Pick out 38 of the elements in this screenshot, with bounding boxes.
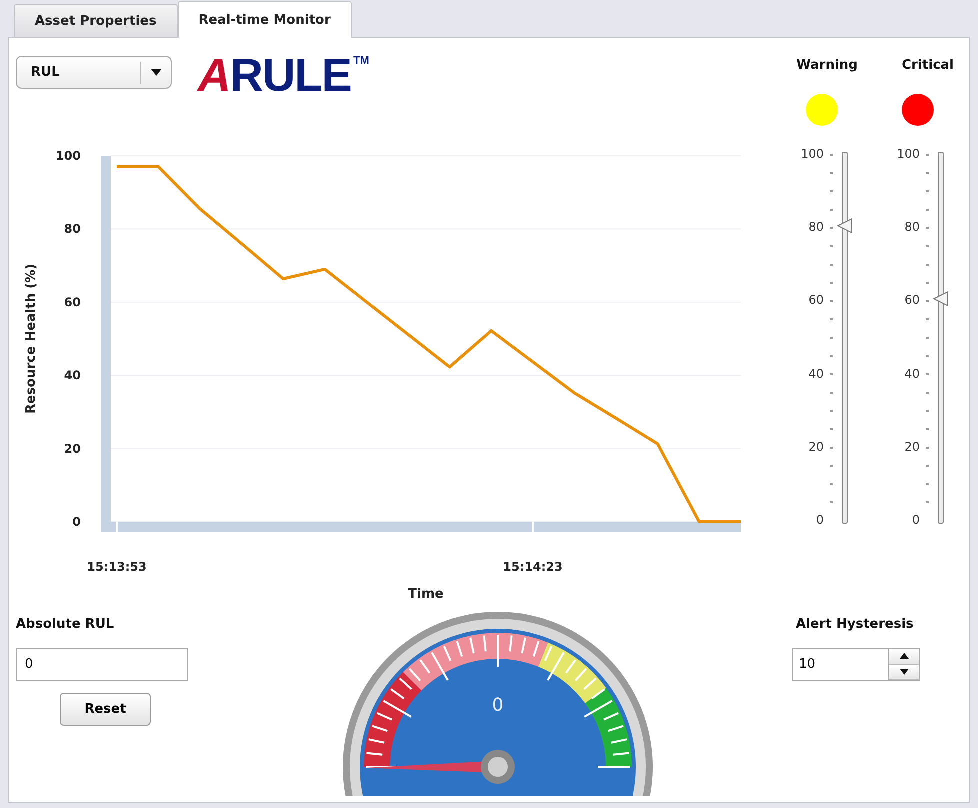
scale-label: 0 bbox=[816, 512, 824, 527]
scale-label: 100 bbox=[801, 147, 824, 161]
caret-icon bbox=[150, 69, 162, 76]
input-field[interactable]: 10 bbox=[792, 648, 889, 681]
y-tick-label: 20 bbox=[64, 442, 81, 456]
increment-button[interactable] bbox=[889, 649, 919, 664]
input-field[interactable]: 0 bbox=[16, 648, 188, 681]
scale-label: 100 bbox=[897, 147, 920, 161]
scale-label: 40 bbox=[808, 366, 824, 381]
threshold-label: Warning bbox=[796, 58, 858, 75]
threshold-label: Critical bbox=[902, 58, 954, 75]
up-arrow-icon bbox=[900, 653, 908, 660]
decrement-button[interactable] bbox=[889, 664, 919, 680]
scale-label: 20 bbox=[904, 440, 920, 454]
scale-label: 20 bbox=[808, 440, 824, 454]
x-tick-label: 15:13:53 bbox=[87, 560, 147, 574]
y-tick-label: 40 bbox=[64, 368, 81, 383]
metric-dropdown[interactable]: RUL bbox=[16, 56, 172, 89]
scale-label: 40 bbox=[904, 366, 920, 381]
x-axis-title: Time bbox=[408, 587, 444, 602]
tab[interactable]: Real-time Monitor bbox=[178, 1, 352, 38]
field-label: Alert Hysteresis bbox=[796, 617, 915, 632]
reset-button[interactable]: Reset bbox=[60, 693, 151, 726]
scale-label: 60 bbox=[808, 293, 824, 308]
y-axis-title: Resource Health (%) bbox=[24, 264, 39, 414]
field-label: Absolute RUL bbox=[16, 617, 116, 632]
gauge-reading: 0 bbox=[492, 695, 504, 716]
y-tick-label: 0 bbox=[72, 515, 81, 529]
scale-label: 60 bbox=[904, 293, 920, 308]
y-tick-label: 80 bbox=[64, 222, 81, 236]
y-tick-label: 100 bbox=[56, 149, 81, 163]
scale-label: 80 bbox=[808, 220, 824, 234]
scale-label: 80 bbox=[904, 220, 920, 234]
y-tick-label: 60 bbox=[64, 295, 81, 310]
tab[interactable]: Asset Properties bbox=[14, 4, 178, 37]
x-tick-label: 15:14:23 bbox=[503, 560, 563, 574]
scale-label: 0 bbox=[912, 512, 920, 527]
down-arrow-icon bbox=[900, 668, 908, 675]
